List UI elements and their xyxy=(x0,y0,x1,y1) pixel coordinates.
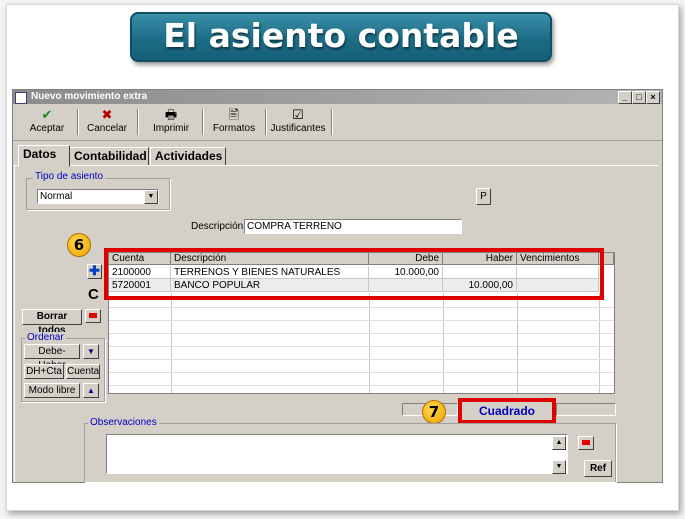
debe-haber-button[interactable]: Debe-Haber xyxy=(24,344,80,371)
formats-icon: 🖹 xyxy=(228,107,240,122)
tipo-asiento-value: Normal xyxy=(40,191,73,202)
maximize-button[interactable]: □ xyxy=(632,91,646,104)
formats-button[interactable]: 🖹 Formatos xyxy=(205,107,263,139)
observaciones-textarea[interactable] xyxy=(106,434,568,474)
slide-title-banner: El asiento contable xyxy=(130,12,552,62)
tipo-asiento-select[interactable]: Normal ▼ xyxy=(37,189,159,204)
printer-icon: 🖶 xyxy=(164,107,178,122)
app-icon xyxy=(15,92,27,104)
c-label: C xyxy=(88,286,99,303)
sort-down-button[interactable]: ▼ xyxy=(83,344,99,359)
toolbar: ✔ Aceptar ✖ Cancelar 🖶 Imprimir 🖹 Format… xyxy=(13,105,662,141)
receipts-icon: ☑ xyxy=(292,107,304,122)
tab-contabilidad[interactable]: Contabilidad xyxy=(69,147,149,166)
descripcion-label: Descripción : xyxy=(191,221,249,232)
print-button[interactable]: 🖶 Imprimir xyxy=(141,107,201,139)
tab-datos[interactable]: Datos xyxy=(18,145,70,167)
sort-up-button[interactable]: ▲ xyxy=(83,383,99,398)
cuenta-button[interactable]: Cuenta xyxy=(66,364,100,379)
receipts-button[interactable]: ☑ Justificantes xyxy=(268,107,328,139)
modo-libre-button[interactable]: Modo libre xyxy=(24,383,80,398)
arrow-up-icon: ▲ xyxy=(555,439,563,446)
status-right-field xyxy=(556,403,616,416)
cancel-button[interactable]: ✖ Cancelar xyxy=(81,107,133,139)
accept-button[interactable]: ✔ Aceptar xyxy=(21,107,73,139)
checkmark-icon: ✔ xyxy=(41,107,53,122)
grid-highlight-box xyxy=(104,248,604,300)
receipts-label: Justificantes xyxy=(270,123,326,134)
window-title: Nuevo movimiento extra xyxy=(31,91,148,102)
clear-observaciones-button[interactable] xyxy=(578,436,594,450)
scroll-up-button[interactable]: ▲ xyxy=(552,436,566,450)
slide-title: El asiento contable xyxy=(163,16,519,55)
formats-label: Formatos xyxy=(212,123,256,134)
observaciones-legend: Observaciones xyxy=(88,417,159,428)
print-label: Imprimir xyxy=(152,123,190,134)
plus-icon: ✚ xyxy=(89,263,100,278)
add-row-button[interactable]: ✚ xyxy=(87,264,102,279)
callout-badge-7: 7 xyxy=(422,400,446,424)
accept-label: Aceptar xyxy=(29,123,65,134)
arrow-down-icon: ▼ xyxy=(555,463,563,470)
ordenar-legend: Ordenar xyxy=(25,332,66,343)
borrar-todos-button[interactable]: Borrar todos xyxy=(22,309,82,336)
eraser-icon xyxy=(582,440,590,445)
close-button[interactable]: × xyxy=(646,91,660,104)
dh-cta-button[interactable]: DH+Cta xyxy=(24,364,64,379)
callout-badge-6: 6 xyxy=(67,233,91,257)
eraser-icon xyxy=(89,313,97,318)
scroll-down-button[interactable]: ▼ xyxy=(552,460,566,474)
cancel-x-icon: ✖ xyxy=(101,107,113,122)
window-titlebar: Nuevo movimiento extra _ □ × xyxy=(13,90,662,104)
minimize-button[interactable]: _ xyxy=(618,91,632,104)
ref-button[interactable]: Ref xyxy=(584,460,612,477)
descripcion-input[interactable]: COMPRA TERRENO xyxy=(244,219,462,234)
arrow-down-icon: ▼ xyxy=(87,347,95,356)
balance-status: Cuadrado xyxy=(478,404,535,418)
delete-row-button[interactable] xyxy=(85,309,101,323)
tipo-asiento-legend: Tipo de asiento xyxy=(33,171,106,182)
arrow-up-icon: ▲ xyxy=(87,386,95,395)
p-button[interactable]: P xyxy=(476,188,491,205)
tab-actividades[interactable]: Actividades xyxy=(150,147,226,166)
chevron-down-icon[interactable]: ▼ xyxy=(144,190,158,204)
cancel-label: Cancelar xyxy=(86,123,128,134)
